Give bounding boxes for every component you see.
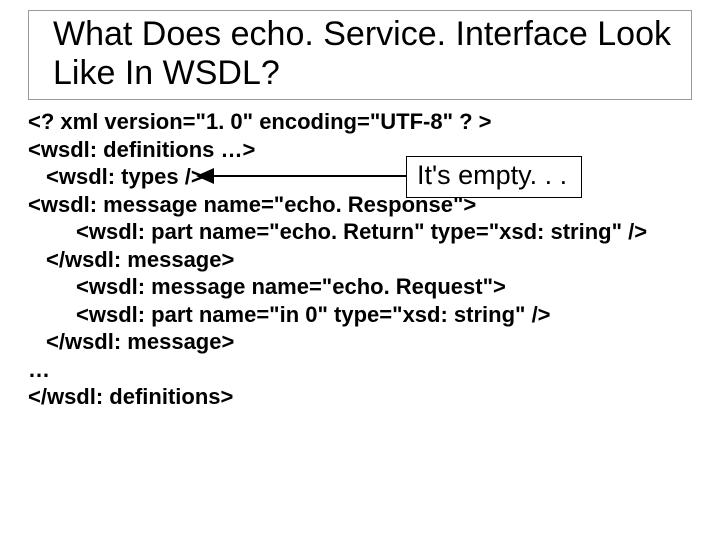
slide-title: What Does echo. Service. Interface Look … [53,15,681,93]
code-line: </wsdl: message> [28,246,692,274]
code-line: <wsdl: definitions …> [28,136,692,164]
code-line: <? xml version="1. 0" encoding="UTF-8" ?… [28,108,692,136]
code-line-types: <wsdl: types /> [28,163,692,191]
code-line: <wsdl: message name="echo. Response"> [28,191,692,219]
code-line: <wsdl: part name="in 0" type="xsd: strin… [28,301,692,329]
code-line: </wsdl: definitions> [28,383,692,411]
code-line: </wsdl: message> [28,328,692,356]
code-line: <wsdl: part name="echo. Return" type="xs… [28,218,692,246]
title-container: What Does echo. Service. Interface Look … [28,10,692,100]
code-block: <? xml version="1. 0" encoding="UTF-8" ?… [28,108,692,411]
code-line: … [28,356,692,384]
code-line: <wsdl: message name="echo. Request"> [28,273,692,301]
slide: What Does echo. Service. Interface Look … [0,0,720,540]
